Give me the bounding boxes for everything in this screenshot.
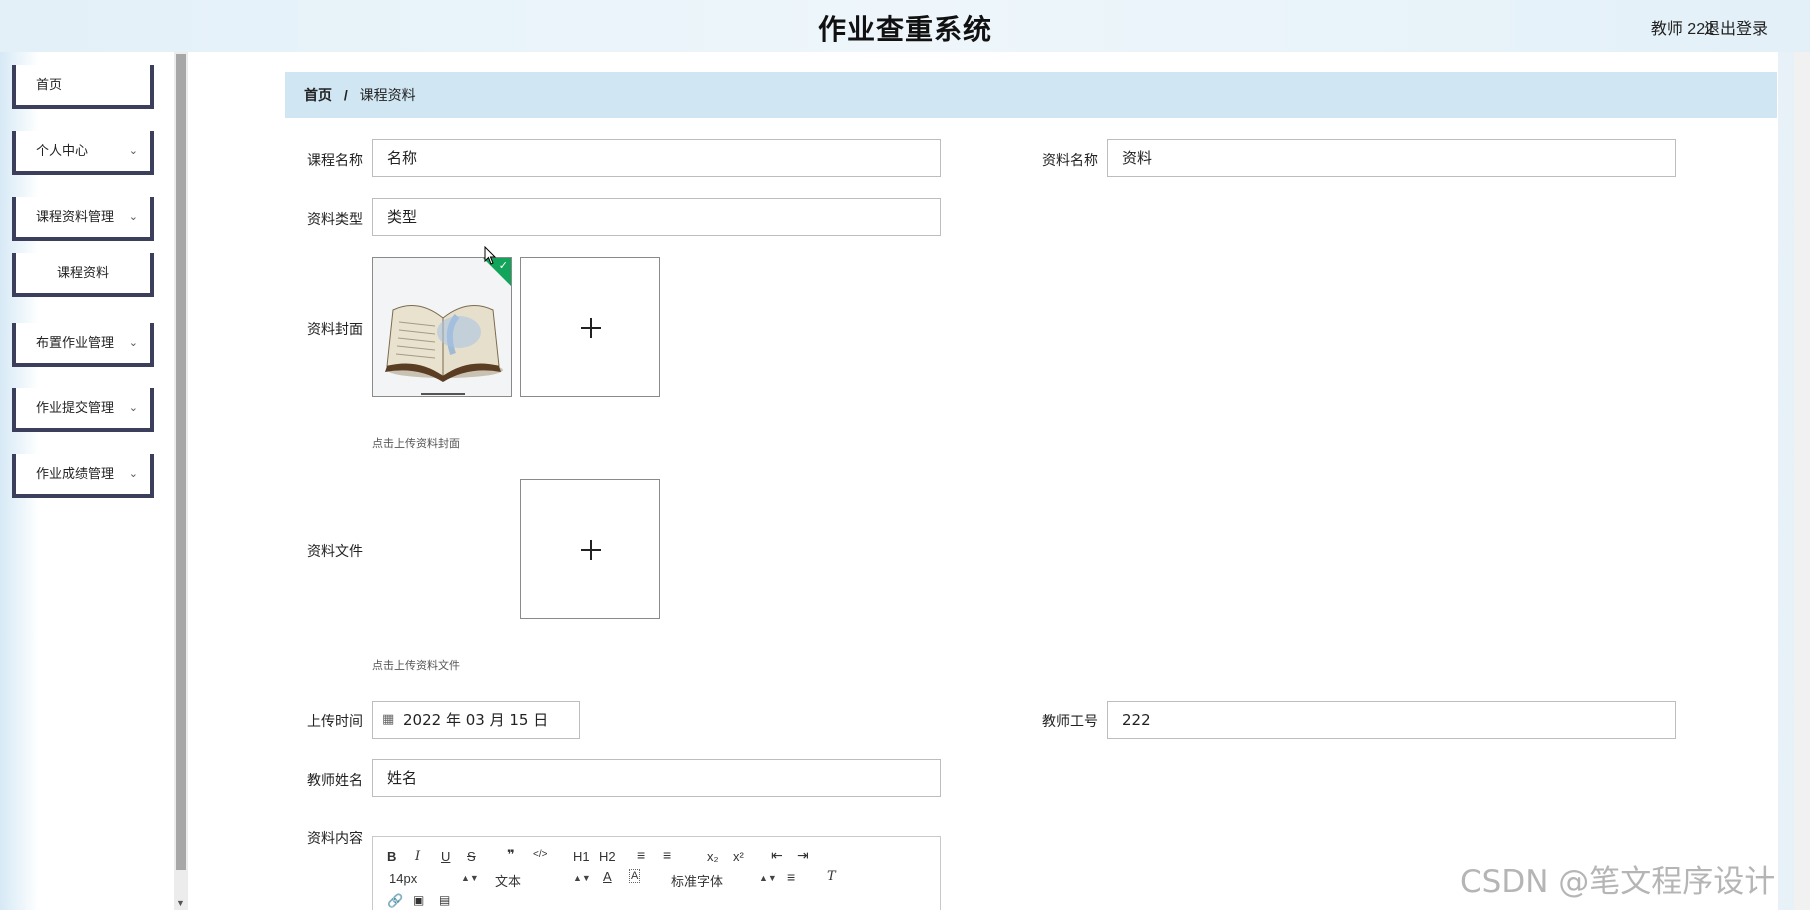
breadcrumb-current: 课程资料 xyxy=(359,87,416,103)
align-left-icon[interactable]: ≡ xyxy=(787,869,795,885)
plus-icon xyxy=(581,540,601,560)
sidebar-item-label: 个人中心 xyxy=(36,143,89,158)
heading2-button[interactable]: H2 xyxy=(599,849,616,864)
course-name-label: 课程名称 xyxy=(307,152,363,168)
material-type-label: 资料类型 xyxy=(307,211,363,227)
mouse-cursor-icon xyxy=(484,246,497,265)
check-icon: ✓ xyxy=(498,260,508,272)
subscript-button[interactable]: x₂ xyxy=(707,849,719,864)
sidebar-item-label: 作业成绩管理 xyxy=(36,466,115,481)
chevron-down-icon: ⌄ xyxy=(128,145,138,157)
upload-time-picker[interactable]: ▦ 2022 年 03 月 15 日 xyxy=(372,701,580,739)
chevron-down-icon: ⌄ xyxy=(128,402,138,414)
code-block-button[interactable]: </> xyxy=(533,849,547,860)
chevron-down-icon: ⌄ xyxy=(128,211,138,223)
sidebar-item-label: 首页 xyxy=(36,77,63,92)
video-icon[interactable]: ▤ xyxy=(439,893,450,907)
heading1-button[interactable]: H1 xyxy=(573,849,590,864)
cover-upload-button[interactable] xyxy=(520,257,660,397)
font-color-icon[interactable]: A xyxy=(603,869,612,884)
select-arrows-icon: ▲▼ xyxy=(759,873,777,883)
strike-button[interactable]: S xyxy=(467,849,476,864)
calendar-icon: ▦ xyxy=(382,712,395,727)
sidebar-subitem-course-material[interactable]: 课程资料 xyxy=(12,253,154,297)
watermark: CSDN @笔文程序设计 xyxy=(1460,864,1776,900)
plus-icon xyxy=(581,318,601,338)
app-title: 作业查重系统 xyxy=(817,13,992,46)
content-label: 资料内容 xyxy=(307,830,363,846)
breadcrumb: 首页 / 课程资料 xyxy=(285,72,1777,118)
sidebar-item-label: 作业提交管理 xyxy=(36,400,115,415)
sidebar-item-assign-homework-mgmt[interactable]: 布置作业管理 ⌄ xyxy=(12,323,154,367)
file-upload-hint: 点击上传资料文件 xyxy=(372,660,460,672)
scroll-down-arrow-icon[interactable]: ▼ xyxy=(176,898,185,908)
material-name-input[interactable]: 资料 xyxy=(1107,139,1676,177)
select-arrows-icon: ▲▼ xyxy=(461,873,479,883)
select-arrows-icon: ▲▼ xyxy=(573,873,591,883)
sidebar-item-label: 课程资料管理 xyxy=(36,209,115,224)
breadcrumb-home[interactable]: 首页 xyxy=(304,87,332,103)
paragraph-select[interactable]: 文本 ▲▼ xyxy=(495,871,591,890)
teacher-id-input[interactable]: 222 xyxy=(1107,701,1676,739)
material-name-label: 资料名称 xyxy=(1042,152,1098,168)
paragraph-value: 文本 xyxy=(495,874,522,889)
font-family-value: 标准字体 xyxy=(671,874,724,889)
bold-button[interactable]: B xyxy=(387,849,396,864)
sidebar-item-label: 课程资料 xyxy=(56,265,109,280)
font-family-select[interactable]: 标准字体 ▲▼ xyxy=(671,871,777,890)
clear-format-icon[interactable]: T xyxy=(827,869,836,884)
ordered-list-icon[interactable]: ≡ xyxy=(637,847,645,863)
cover-upload-hint: 点击上传资料封面 xyxy=(372,438,460,450)
logout-link[interactable]: 退出登录 xyxy=(1704,15,1768,39)
chevron-down-icon: ⌄ xyxy=(128,468,138,480)
page-scrollbar[interactable] xyxy=(1794,52,1810,910)
bullet-list-icon[interactable]: ≡ xyxy=(663,847,671,863)
cover-label: 资料封面 xyxy=(307,321,363,337)
font-size-value: 14px xyxy=(389,871,418,886)
outdent-icon[interactable]: ⇤ xyxy=(771,847,783,864)
sidebar-item-homework-grade-mgmt[interactable]: 作业成绩管理 ⌄ xyxy=(12,454,154,498)
upload-time-value: 2022 年 03 月 15 日 xyxy=(403,711,549,729)
sidebar-item-personal-center[interactable]: 个人中心 ⌄ xyxy=(12,131,154,175)
italic-button[interactable]: I xyxy=(415,849,420,864)
sidebar-item-home[interactable]: 首页 xyxy=(12,65,154,109)
font-size-select[interactable]: 14px ▲▼ xyxy=(389,871,479,886)
file-upload-button[interactable] xyxy=(520,479,660,619)
superscript-button[interactable]: x² xyxy=(733,849,744,864)
sidebar-item-label: 布置作业管理 xyxy=(36,335,115,350)
top-bar: 作业查重系统 教师 222 退出登录 xyxy=(0,0,1810,52)
chevron-down-icon: ⌄ xyxy=(128,337,138,349)
link-icon[interactable]: 🔗 xyxy=(387,893,403,909)
teacher-name-label: 教师姓名 xyxy=(307,772,363,788)
teacher-id-label: 教师工号 xyxy=(1042,713,1098,729)
sidebar-scroll-thumb[interactable] xyxy=(176,54,186,870)
course-name-input[interactable]: 名称 xyxy=(372,139,941,177)
indent-icon[interactable]: ⇥ xyxy=(797,847,809,864)
blockquote-button[interactable]: ❞ xyxy=(507,847,515,863)
sidebar-item-course-material-mgmt[interactable]: 课程资料管理 ⌄ xyxy=(12,197,154,241)
file-label: 资料文件 xyxy=(307,543,363,559)
teacher-name-input[interactable]: 姓名 xyxy=(372,759,941,797)
image-icon[interactable]: ▣ xyxy=(413,893,424,907)
breadcrumb-separator: / xyxy=(343,87,348,103)
material-type-input[interactable]: 类型 xyxy=(372,198,941,236)
cover-thumbnail[interactable]: ✓ xyxy=(372,257,512,397)
upload-time-label: 上传时间 xyxy=(307,713,363,729)
sidebar-item-homework-submit-mgmt[interactable]: 作业提交管理 ⌄ xyxy=(12,388,154,432)
rich-text-editor[interactable]: B I U S ❞ </> H1 H2 ≡ ≡ x₂ x² ⇤ ⇥ 14px ▲… xyxy=(372,836,941,910)
background-color-icon[interactable]: A xyxy=(629,869,641,883)
underline-button[interactable]: U xyxy=(441,849,450,864)
sidebar-scrollbar[interactable]: ▼ xyxy=(174,52,188,910)
